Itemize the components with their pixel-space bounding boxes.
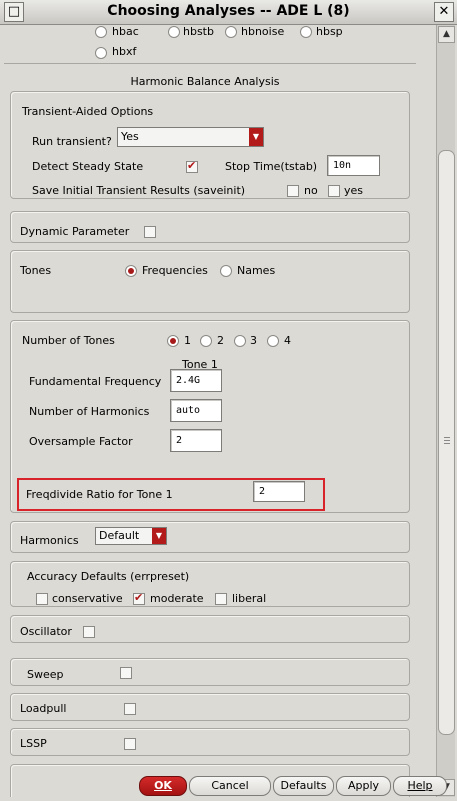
sweep-checkbox[interactable] xyxy=(120,667,132,679)
scrollbar-thumb[interactable] xyxy=(438,150,455,735)
tones-option-4: 4 xyxy=(284,334,291,347)
cancel-label: Cancel xyxy=(211,779,249,792)
tones-frame xyxy=(10,250,410,313)
radio-hbstb[interactable] xyxy=(168,26,180,38)
fundamental-frequency-label: Fundamental Frequency xyxy=(29,375,162,388)
harmonics-select[interactable]: Default ▼ xyxy=(95,527,167,545)
lssp-checkbox[interactable] xyxy=(124,738,136,750)
number-of-harmonics-label: Number of Harmonics xyxy=(29,405,150,418)
divider xyxy=(4,63,416,64)
sweep-frame xyxy=(10,658,410,686)
frequencies-label: Frequencies xyxy=(142,264,208,277)
moderate-label: moderate xyxy=(150,592,204,605)
accuracy-label: Accuracy Defaults (errpreset) xyxy=(27,570,190,583)
radio-hbxf[interactable] xyxy=(95,47,107,59)
harmonics-value: Default xyxy=(99,529,140,542)
tones-label: Tones xyxy=(20,264,52,277)
analysis-label-hbxf: hbxf xyxy=(112,45,137,58)
steady-state-label: Detect Steady State xyxy=(32,160,144,173)
transient-heading: Transient-Aided Options xyxy=(22,105,154,118)
tones-option-2: 2 xyxy=(217,334,224,347)
radio-names[interactable] xyxy=(220,265,232,277)
save-init-label: Save Initial Transient Results (saveinit… xyxy=(32,184,246,197)
radio-tones-4[interactable] xyxy=(267,335,279,347)
names-label: Names xyxy=(237,264,276,277)
cancel-button[interactable]: Cancel xyxy=(189,776,271,796)
analysis-label-hbstb: hbstb xyxy=(183,25,214,38)
save-yes-label: yes xyxy=(344,184,364,197)
help-label: Help xyxy=(407,779,433,792)
close-icon[interactable]: ✕ xyxy=(434,2,454,22)
title-bar: □ Choosing Analyses -- ADE L (8) ✕ xyxy=(0,0,457,25)
window-title: Choosing Analyses -- ADE L (8) xyxy=(107,3,350,19)
oscillator-label: Oscillator xyxy=(20,625,72,638)
number-of-tones-label: Number of Tones xyxy=(22,334,115,347)
radio-tones-2[interactable] xyxy=(200,335,212,347)
harmonics-label: Harmonics xyxy=(20,534,79,547)
fundamental-frequency-field[interactable]: 2.4G xyxy=(170,369,222,392)
vertical-scrollbar[interactable]: ▲ ▼ xyxy=(436,25,455,797)
run-transient-select[interactable]: Yes ▼ xyxy=(117,127,264,147)
grip-line xyxy=(444,437,450,438)
defaults-label: Defaults xyxy=(280,779,327,792)
chevron-down-icon: ▼ xyxy=(249,128,263,146)
moderate-checkbox[interactable] xyxy=(133,591,145,605)
ok-button[interactable]: OK xyxy=(139,776,187,796)
run-transient-label: Run transient? xyxy=(32,135,112,148)
lssp-label: LSSP xyxy=(20,737,47,750)
loadpull-frame xyxy=(10,693,410,721)
dynamic-parameter-label: Dynamic Parameter xyxy=(20,225,130,238)
radio-hbnoise[interactable] xyxy=(225,26,237,38)
loadpull-label: Loadpull xyxy=(20,702,67,715)
apply-label: Apply xyxy=(347,779,380,792)
conservative-label: conservative xyxy=(52,592,123,605)
help-button[interactable]: Help xyxy=(393,776,447,796)
oscillator-checkbox[interactable] xyxy=(83,626,95,638)
analysis-label-hbsp: hbsp xyxy=(316,25,343,38)
stop-time-label: Stop Time(tstab) xyxy=(225,160,318,173)
freqdivide-ratio-label: Freqdivide Ratio for Tone 1 xyxy=(26,488,173,501)
dynamic-parameter-checkbox[interactable] xyxy=(144,226,156,238)
stop-time-field[interactable]: 10n xyxy=(327,155,380,176)
conservative-checkbox[interactable] xyxy=(36,593,48,605)
liberal-label: liberal xyxy=(232,592,267,605)
loadpull-checkbox[interactable] xyxy=(124,703,136,715)
freqdivide-ratio-field[interactable]: 2 xyxy=(253,481,305,502)
oversample-factor-field[interactable]: 2 xyxy=(170,429,222,452)
radio-hbsp[interactable] xyxy=(300,26,312,38)
oversample-factor-label: Oversample Factor xyxy=(29,435,133,448)
radio-tones-1[interactable] xyxy=(167,335,179,347)
analysis-label-hbac: hbac xyxy=(112,25,139,38)
scroll-up-icon[interactable]: ▲ xyxy=(438,26,455,43)
steady-state-checkbox[interactable] xyxy=(186,159,198,173)
sweep-label: Sweep xyxy=(27,668,64,681)
form-content: hbac hbstb hbnoise hbsp hbxf Harmonic Ba… xyxy=(2,25,434,797)
radio-tones-3[interactable] xyxy=(234,335,246,347)
liberal-checkbox[interactable] xyxy=(215,593,227,605)
run-transient-value: Yes xyxy=(121,130,139,143)
section-title: Harmonic Balance Analysis xyxy=(130,75,280,88)
grip-line xyxy=(444,443,450,444)
save-yes-checkbox[interactable] xyxy=(328,185,340,197)
analysis-label-hbnoise: hbnoise xyxy=(241,25,285,38)
save-no-checkbox[interactable] xyxy=(287,185,299,197)
tones-option-1: 1 xyxy=(184,334,191,347)
ok-label: OK xyxy=(154,779,172,792)
radio-hbac[interactable] xyxy=(95,26,107,38)
chevron-down-icon: ▼ xyxy=(152,528,166,544)
grip-line xyxy=(444,440,450,441)
save-no-label: no xyxy=(304,184,318,197)
number-of-harmonics-field[interactable]: auto xyxy=(170,399,222,422)
tones-option-3: 3 xyxy=(250,334,257,347)
radio-frequencies[interactable] xyxy=(125,265,137,277)
apply-button[interactable]: Apply xyxy=(336,776,391,796)
lssp-frame xyxy=(10,728,410,756)
defaults-button[interactable]: Defaults xyxy=(273,776,334,796)
